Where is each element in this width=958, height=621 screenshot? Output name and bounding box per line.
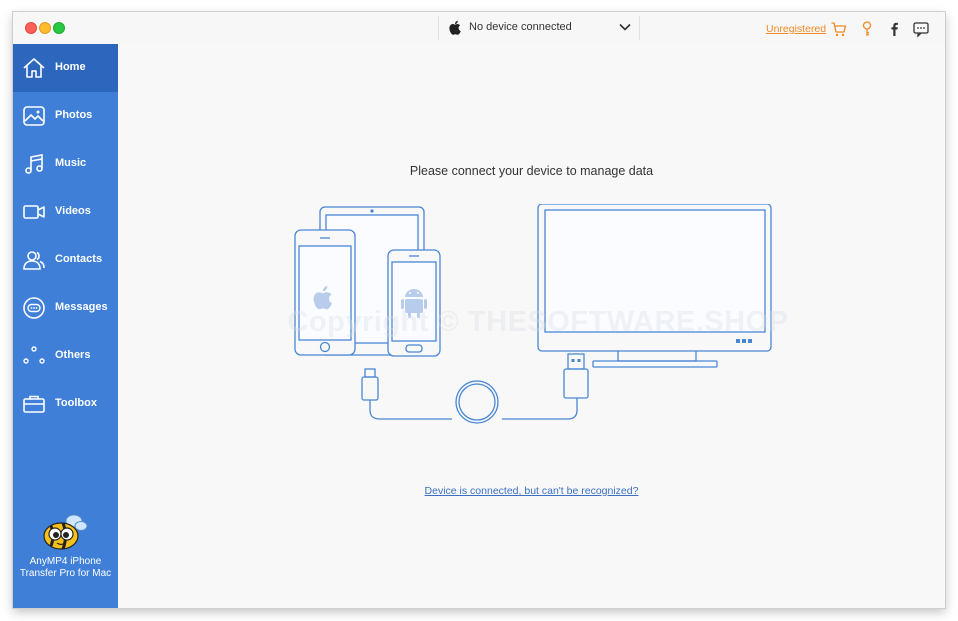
- sidebar-item-label: Videos: [55, 205, 91, 217]
- sidebar-item-videos[interactable]: Videos: [13, 188, 118, 236]
- toolbox-icon: [23, 395, 45, 413]
- sidebar-item-label: Contacts: [55, 253, 103, 265]
- apple-icon: [449, 20, 461, 35]
- contacts-icon: [23, 251, 45, 270]
- sidebar-item-label: Others: [55, 349, 91, 361]
- photos-icon: [23, 106, 45, 126]
- copyright-watermark: Copyright © THESOFTWARE.SHOP: [287, 306, 789, 338]
- sidebar-item-label: Home: [55, 61, 86, 73]
- bee-logo-icon: [43, 514, 88, 550]
- app-window: No device connected Unregistered Home Ph…: [13, 12, 945, 608]
- sidebar-item-messages[interactable]: Messages: [13, 284, 118, 332]
- sidebar-item-toolbox[interactable]: Toolbox: [13, 380, 118, 428]
- connect-device-illustration: [294, 204, 772, 424]
- sidebar: Home Photos Music Videos Contacts Messag…: [13, 44, 118, 608]
- title-bar: No device connected Unregistered: [13, 12, 945, 45]
- sidebar-item-photos[interactable]: Photos: [13, 92, 118, 140]
- key-icon[interactable]: [858, 20, 876, 38]
- main-content: Please connect your device to manage dat…: [118, 44, 945, 608]
- messages-icon: [23, 297, 45, 319]
- connect-prompt: Please connect your device to manage dat…: [409, 164, 654, 178]
- feedback-icon[interactable]: [912, 20, 930, 38]
- product-name: AnyMP4 iPhone Transfer Pro for Mac: [19, 556, 112, 579]
- minimize-window-button[interactable]: [39, 22, 51, 34]
- maximize-window-button[interactable]: [53, 22, 65, 34]
- music-icon: [25, 154, 43, 174]
- sidebar-item-home[interactable]: Home: [13, 44, 118, 92]
- sidebar-item-label: Toolbox: [55, 397, 97, 409]
- videos-icon: [23, 205, 45, 219]
- sidebar-item-music[interactable]: Music: [13, 140, 118, 188]
- facebook-icon[interactable]: [885, 20, 903, 38]
- home-icon: [23, 58, 45, 78]
- sidebar-item-label: Messages: [55, 301, 108, 313]
- device-selector[interactable]: No device connected: [438, 16, 640, 40]
- close-window-button[interactable]: [25, 22, 37, 34]
- cart-icon[interactable]: [830, 20, 848, 38]
- device-not-recognized-link[interactable]: Device is connected, but can't be recogn…: [118, 485, 945, 497]
- device-selector-label: No device connected: [469, 21, 572, 33]
- others-icon: [23, 346, 45, 364]
- sidebar-item-label: Music: [55, 157, 87, 169]
- sidebar-item-others[interactable]: Others: [13, 332, 118, 380]
- unregistered-link[interactable]: Unregistered: [766, 23, 826, 35]
- sidebar-item-label: Photos: [55, 109, 93, 121]
- chevron-down-icon: [619, 23, 631, 31]
- sidebar-item-contacts[interactable]: Contacts: [13, 236, 118, 284]
